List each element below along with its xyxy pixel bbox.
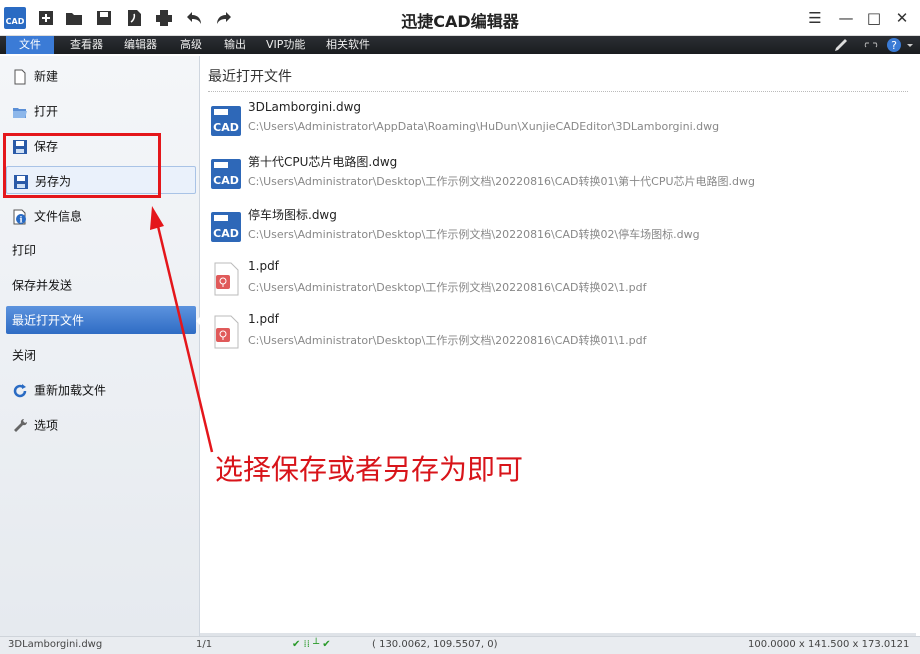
link-icon[interactable] — [862, 37, 880, 53]
menu-bar: 文件 查看器 编辑器 高级 输出 VIP功能 相关软件 ? — [0, 36, 920, 54]
minimize-button[interactable]: — — [834, 6, 858, 30]
nav-options-label: 选项 — [34, 418, 59, 433]
info-icon: i — [13, 209, 26, 224]
menu-viewer[interactable]: 查看器 — [64, 36, 109, 54]
nav-options[interactable]: 选项 — [6, 411, 196, 439]
menu-editor[interactable]: 编辑器 — [118, 36, 163, 54]
window-title: 迅捷CAD编辑器 — [401, 12, 519, 31]
divider — [208, 91, 908, 92]
file-path: C:\Users\Administrator\Desktop\工作示例文档\20… — [248, 334, 647, 347]
svg-text:CAD: CAD — [213, 121, 239, 134]
reload-icon — [13, 383, 27, 397]
cad-file-icon: CAD — [211, 212, 241, 242]
file-name: 第十代CPU芯片电路图.dwg — [248, 155, 398, 169]
nav-file-info[interactable]: i 文件信息 — [6, 202, 196, 230]
help-icon[interactable]: ? — [886, 37, 902, 53]
ribbon-menu-icon[interactable]: ☰ — [803, 6, 827, 30]
highlight-box — [3, 133, 161, 198]
nav-save-and-send[interactable]: 保存并发送 — [6, 271, 196, 299]
maximize-button[interactable]: □ — [862, 6, 886, 30]
svg-text:CAD: CAD — [213, 174, 239, 187]
recent-file-item[interactable]: CAD 停车场图标.dwg C:\Users\Administrator\Des… — [208, 204, 908, 252]
nav-new[interactable]: 新建 — [6, 62, 196, 90]
annotation-text: 选择保存或者另存为即可 — [215, 453, 524, 486]
file-path: C:\Users\Administrator\Desktop\工作示例文档\20… — [248, 175, 755, 188]
pdf-file-icon — [214, 262, 239, 296]
nav-print-label: 打印 — [12, 243, 37, 258]
recent-files-title: 最近打开文件 — [208, 69, 292, 85]
recent-file-item[interactable]: 1.pdf C:\Users\Administrator\Desktop\工作示… — [208, 257, 908, 305]
pdf-file-icon — [214, 315, 239, 349]
status-bar: 3DLamborgini.dwg 1/1 ✔ ⁞⁞ ┴ ✔ ( 130.0062… — [0, 636, 920, 654]
recent-file-item[interactable]: CAD 3DLamborgini.dwg C:\Users\Administra… — [208, 98, 908, 146]
cad-file-icon: CAD — [211, 106, 241, 136]
close-button[interactable]: ✕ — [890, 6, 914, 30]
nav-reload-label: 重新加载文件 — [34, 383, 107, 398]
file-name: 1.pdf — [248, 259, 279, 273]
menu-advanced[interactable]: 高级 — [174, 36, 208, 54]
status-coordinates: ( 130.0062, 109.5507, 0) — [372, 639, 498, 650]
menu-file[interactable]: 文件 — [6, 36, 54, 54]
status-page: 1/1 — [196, 639, 213, 650]
new-file-icon — [14, 69, 26, 84]
menu-right-tools: ? — [833, 37, 914, 53]
title-bar: CAD 迅捷CAD编辑器 ☰ — □ ✕ — [0, 0, 920, 36]
nav-file-info-label: 文件信息 — [34, 209, 83, 224]
snap-check-icon[interactable]: ✔ ⁞⁞ ┴ ✔ — [292, 639, 331, 650]
nav-recent-files-label: 最近打开文件 — [12, 313, 85, 328]
wrench-icon — [14, 418, 28, 432]
file-path: C:\Users\Administrator\Desktop\工作示例文档\20… — [248, 281, 647, 294]
menu-output[interactable]: 输出 — [218, 36, 252, 54]
recent-file-item[interactable]: CAD 第十代CPU芯片电路图.dwg C:\Users\Administrat… — [208, 151, 908, 199]
svg-text:?: ? — [891, 39, 897, 52]
nav-recent-files[interactable]: 最近打开文件 — [6, 306, 202, 334]
nav-close[interactable]: 关闭 — [6, 341, 196, 369]
nav-print[interactable]: 打印 — [6, 236, 196, 264]
cad-file-icon: CAD — [211, 159, 241, 189]
nav-open[interactable]: 打开 — [6, 97, 196, 125]
file-name: 3DLamborgini.dwg — [248, 100, 362, 114]
nav-save-and-send-label: 保存并发送 — [12, 278, 73, 293]
menu-related-software[interactable]: 相关软件 — [320, 36, 376, 54]
svg-text:i: i — [19, 214, 22, 224]
file-name: 停车场图标.dwg — [248, 208, 337, 222]
open-folder-icon — [13, 107, 27, 118]
nav-close-label: 关闭 — [12, 348, 37, 363]
nav-reload[interactable]: 重新加载文件 — [6, 376, 196, 404]
svg-text:CAD: CAD — [213, 227, 239, 240]
menu-vip[interactable]: VIP功能 — [260, 36, 311, 54]
skin-pen-icon[interactable] — [833, 37, 851, 53]
file-path: C:\Users\Administrator\Desktop\工作示例文档\20… — [248, 228, 700, 241]
file-name: 1.pdf — [248, 312, 279, 326]
status-dimensions: 100.0000 x 141.500 x 173.0121 — [748, 639, 910, 650]
recent-file-item[interactable]: 1.pdf C:\Users\Administrator\Desktop\工作示… — [208, 310, 908, 358]
chevron-down-icon[interactable] — [906, 37, 914, 53]
status-file-name: 3DLamborgini.dwg — [8, 639, 103, 650]
nav-new-label: 新建 — [34, 69, 59, 84]
file-path: C:\Users\Administrator\AppData\Roaming\H… — [248, 120, 720, 133]
nav-open-label: 打开 — [34, 104, 59, 119]
recent-files-panel: 最近打开文件 CAD 3DLamborgini.dwg C:\Users\Adm… — [200, 56, 916, 636]
